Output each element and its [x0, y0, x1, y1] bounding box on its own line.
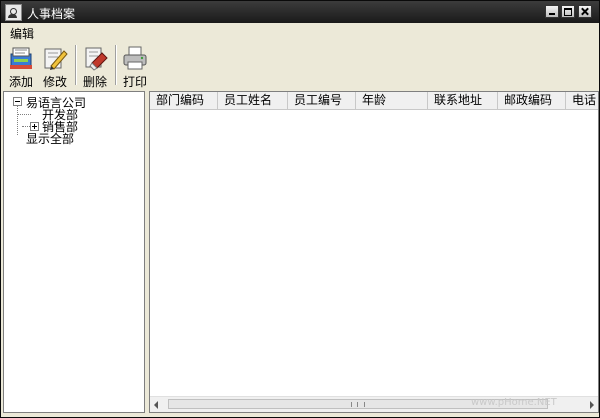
- scroll-right-icon[interactable]: [590, 401, 594, 409]
- column-header[interactable]: 员工编号: [288, 92, 356, 109]
- scroll-left-icon[interactable]: [154, 401, 158, 409]
- menu-edit[interactable]: 编辑: [10, 25, 34, 42]
- tree-item-show-all[interactable]: 显示全部: [26, 130, 74, 147]
- add-button[interactable]: 添加: [3, 43, 39, 89]
- app-window: 人事档案 编辑 添加 修改 删除 打印 易语言公司 开发部 销售部 显示全部 部…: [0, 0, 600, 418]
- grip-icon: [351, 402, 365, 407]
- column-header[interactable]: 电话: [566, 92, 598, 109]
- tree-collapse-toggle[interactable]: [13, 97, 22, 106]
- column-header[interactable]: 员工姓名: [218, 92, 288, 109]
- delete-button-label: 删除: [82, 75, 107, 89]
- list-header: 部门编码 员工姓名 员工编号 年龄 联系地址 邮政编码 电话: [150, 92, 598, 110]
- delete-eraser-icon: [85, 47, 108, 71]
- column-header[interactable]: 联系地址: [428, 92, 498, 109]
- tree-line: [22, 126, 30, 127]
- toolbar: 添加 修改 删除 打印: [1, 41, 599, 91]
- window-title: 人事档案: [27, 7, 76, 21]
- maximize-button[interactable]: [561, 5, 575, 18]
- employee-list[interactable]: 部门编码 员工姓名 员工编号 年龄 联系地址 邮政编码 电话: [149, 91, 599, 413]
- close-button[interactable]: [578, 5, 592, 18]
- app-icon: [5, 4, 22, 21]
- edit-pencil-icon: [44, 48, 68, 70]
- minimize-button[interactable]: [545, 5, 559, 18]
- watermark: www.pHome.NET: [471, 397, 557, 408]
- add-record-icon: [10, 47, 32, 69]
- tree-line: [17, 105, 18, 135]
- title-bar[interactable]: 人事档案: [1, 1, 599, 23]
- column-header[interactable]: 部门编码: [150, 92, 218, 109]
- column-header[interactable]: 年龄: [356, 92, 428, 109]
- edit-button-label: 修改: [42, 75, 67, 89]
- add-button-label: 添加: [8, 75, 33, 89]
- menu-bar: 编辑: [1, 23, 599, 41]
- printer-icon: [123, 46, 147, 70]
- tree-line: [17, 114, 31, 115]
- print-button-label: 打印: [122, 75, 147, 89]
- department-tree[interactable]: 易语言公司 开发部 销售部 显示全部: [3, 91, 145, 413]
- column-header[interactable]: 邮政编码: [498, 92, 566, 109]
- print-button[interactable]: 打印: [117, 43, 153, 89]
- delete-button[interactable]: 删除: [77, 43, 113, 89]
- edit-button[interactable]: 修改: [37, 43, 73, 89]
